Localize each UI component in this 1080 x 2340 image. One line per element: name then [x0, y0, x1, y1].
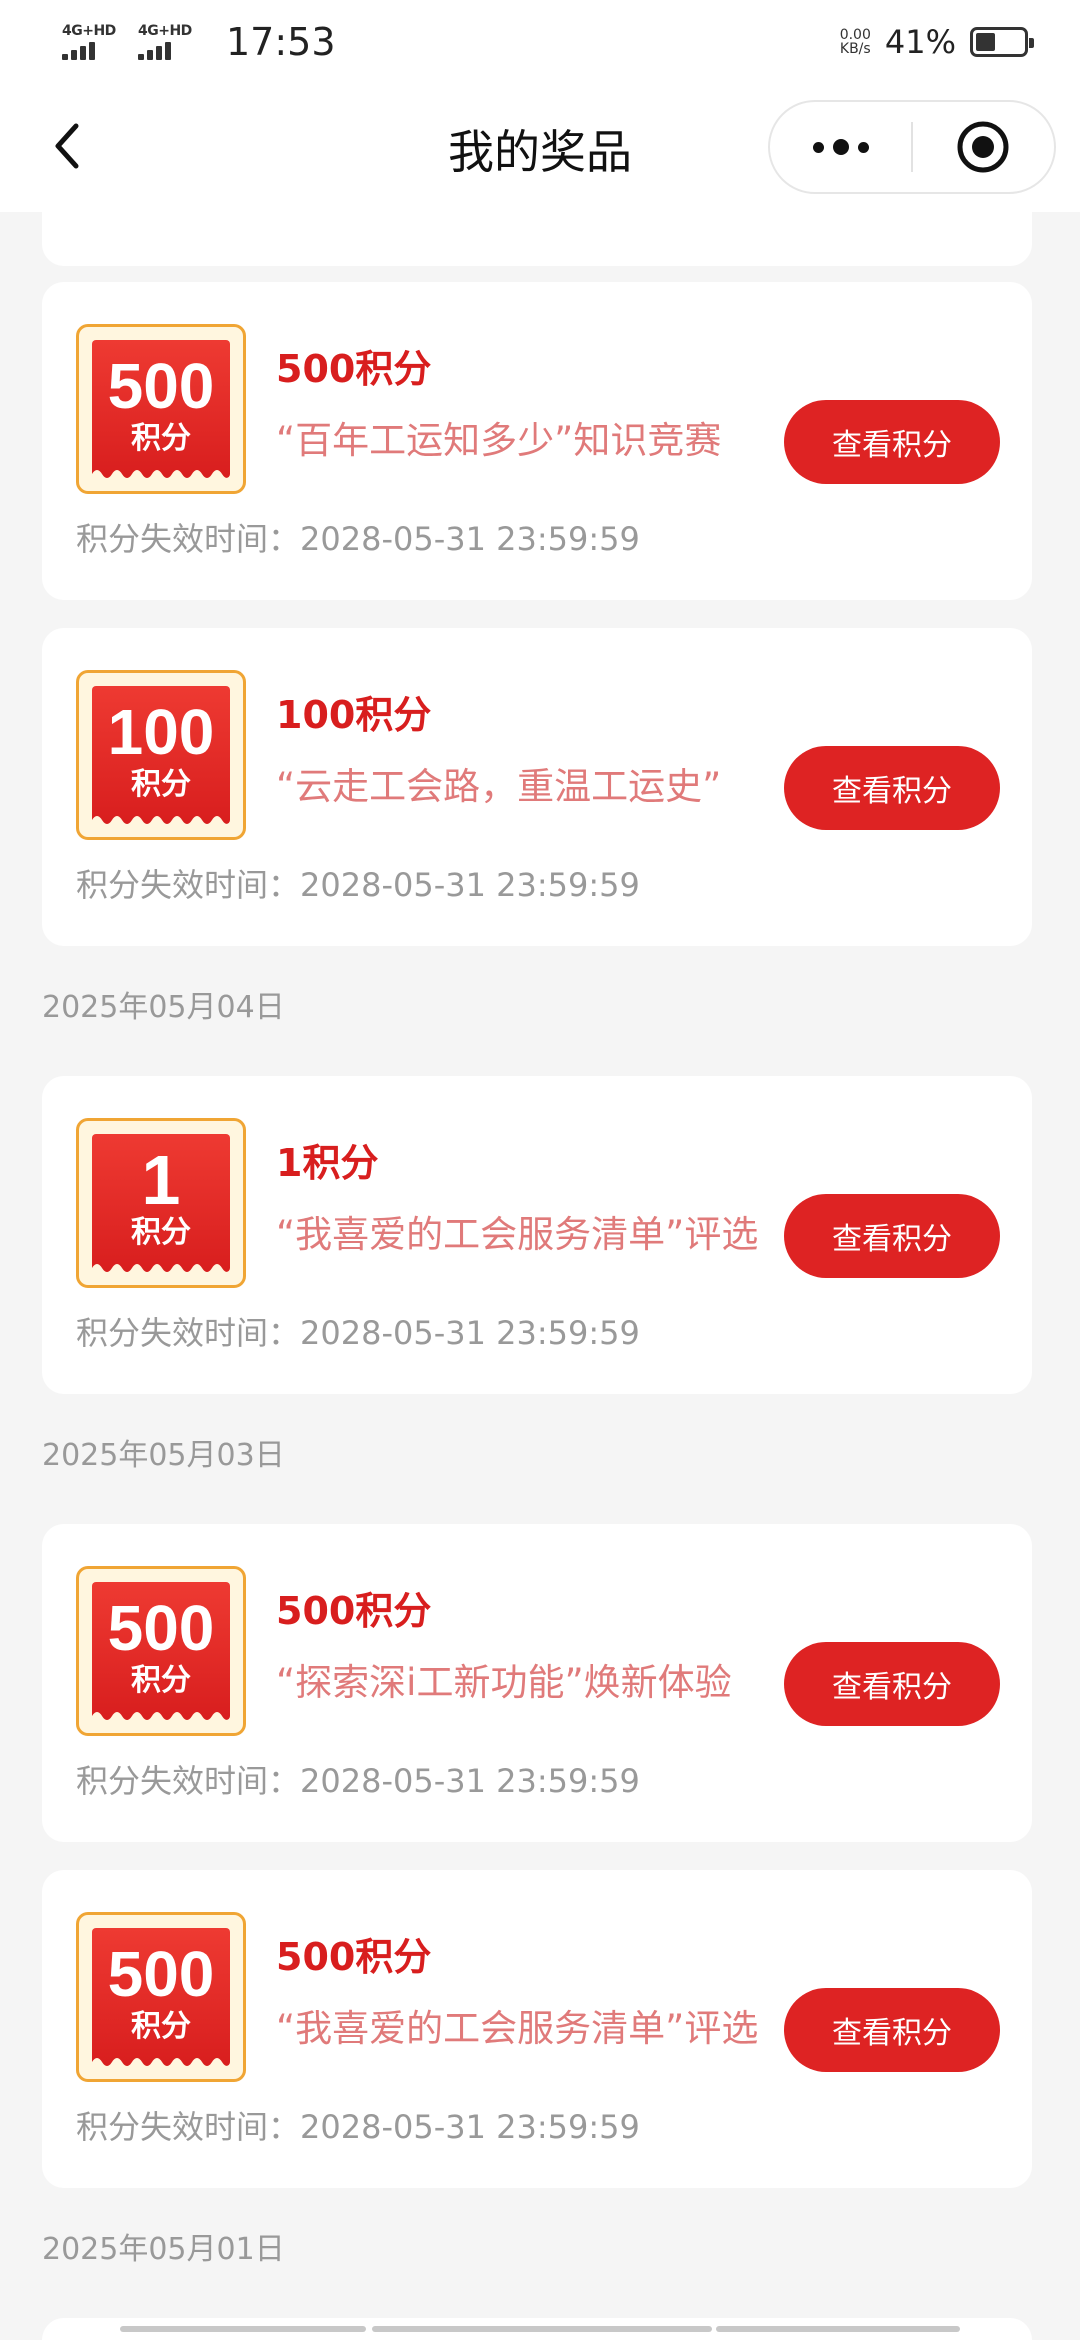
expiry-time: 积分失效时间：2028-05-31 23:59:59 [76, 520, 640, 558]
date-header: 2025年05月03日 [42, 1438, 285, 1473]
prize-card-partial [42, 212, 1032, 266]
network-type-2: 4G+HD [138, 23, 192, 39]
badge-unit: 积分 [131, 1663, 191, 1698]
points-ticket: 1 积分 [92, 1134, 230, 1274]
scroll-indicator [372, 2326, 712, 2332]
target-close-icon [957, 121, 1009, 173]
badge-value: 500 [107, 350, 215, 422]
points-ticket: 100 积分 [92, 686, 230, 826]
close-mini-program-button[interactable] [913, 102, 1054, 192]
prize-description: “云走工会路，重温工运史” [276, 765, 722, 808]
badge-unit: 积分 [131, 421, 191, 456]
prize-title: 1积分 [276, 1141, 379, 1185]
expiry-time: 积分失效时间：2028-05-31 23:59:59 [76, 2108, 640, 2146]
view-points-button[interactable]: 查看积分 [784, 1194, 1000, 1278]
prize-description: “探索深i工新功能”焕新体验 [276, 1661, 732, 1704]
network-speed-value: 0.00 [839, 27, 871, 43]
prize-card: 500 积分 500积分 “探索深i工新功能”焕新体验 查看积分 积分失效时间：2028-… [42, 1524, 1032, 1842]
expiry-time: 积分失效时间：2028-05-31 23:59:59 [76, 1314, 640, 1352]
clock: 17:53 [226, 20, 336, 64]
prize-card: 500 积分 500积分 “百年工运知多少”知识竞赛 查看积分 积分失效时间：2028-0… [42, 282, 1032, 600]
view-points-button[interactable]: 查看积分 [784, 746, 1000, 830]
network-type-1: 4G+HD [62, 23, 116, 39]
points-badge-icon: 500 积分 [76, 1566, 246, 1736]
more-dots-icon [812, 139, 869, 155]
prize-card: 1 积分 1积分 “我喜爱的工会服务清单”评选 查看积分 积分失效时间：2028-05-3… [42, 1076, 1032, 1394]
prize-card: 500 积分 500积分 “我喜爱的工会服务清单”评选 查看积分 积分失效时间：2028-… [42, 1870, 1032, 2188]
prize-description: “我喜爱的工会服务清单”评选 [276, 2007, 759, 2050]
prize-title: 500积分 [276, 1935, 432, 1979]
prize-title: 100积分 [276, 693, 432, 737]
badge-value: 1 [141, 1141, 181, 1219]
points-badge-icon: 100 积分 [76, 670, 246, 840]
scroll-indicator [716, 2326, 960, 2332]
points-badge-icon: 1 积分 [76, 1118, 246, 1288]
points-ticket: 500 积分 [92, 1928, 230, 2068]
signal-icon-sim2: 4G+HD [138, 24, 200, 60]
mini-program-capsule [768, 100, 1056, 194]
prize-title: 500积分 [276, 347, 432, 391]
ticket-wave-edge [92, 1712, 230, 1722]
nav-bar: 我的奖品 [0, 84, 1080, 212]
points-badge-icon: 500 积分 [76, 1912, 246, 2082]
prizes-page: 4G+HD 4G+HD 17:53 0.00 KB/s 41% 我的奖品 500… [0, 0, 1080, 2340]
date-header: 2025年05月04日 [42, 990, 285, 1025]
ticket-wave-edge [92, 1264, 230, 1274]
badge-unit: 积分 [131, 1215, 191, 1250]
points-ticket: 500 积分 [92, 340, 230, 480]
points-badge-icon: 500 积分 [76, 324, 246, 494]
prize-description: “我喜爱的工会服务清单”评选 [276, 1213, 759, 1256]
badge-value: 500 [107, 1938, 215, 2010]
scroll-indicator [120, 2326, 366, 2332]
expiry-time: 积分失效时间：2028-05-31 23:59:59 [76, 866, 640, 904]
battery-icon [970, 27, 1034, 57]
network-speed: 0.00 KB/s [840, 28, 871, 56]
ticket-wave-edge [92, 2058, 230, 2068]
badge-unit: 积分 [131, 2009, 191, 2044]
badge-value: 500 [107, 1592, 215, 1664]
prize-title: 500积分 [276, 1589, 432, 1633]
prize-description: “百年工运知多少”知识竞赛 [276, 419, 722, 462]
status-bar: 4G+HD 4G+HD 17:53 0.00 KB/s 41% [0, 0, 1080, 84]
signal-icon-sim1: 4G+HD [62, 24, 124, 60]
expiry-time: 积分失效时间：2028-05-31 23:59:59 [76, 1762, 640, 1800]
badge-unit: 积分 [131, 767, 191, 802]
more-button[interactable] [770, 102, 911, 192]
view-points-button[interactable]: 查看积分 [784, 400, 1000, 484]
network-speed-unit: KB/s [839, 41, 871, 57]
ticket-wave-edge [92, 470, 230, 480]
battery-percent: 41% [884, 23, 956, 61]
points-ticket: 500 积分 [92, 1582, 230, 1722]
view-points-button[interactable]: 查看积分 [784, 1988, 1000, 2072]
view-points-button[interactable]: 查看积分 [784, 1642, 1000, 1726]
prize-list[interactable]: 500 积分 500积分 “百年工运知多少”知识竞赛 查看积分 积分失效时间：2028-0… [0, 212, 1080, 2340]
ticket-wave-edge [92, 816, 230, 826]
date-header: 2025年05月01日 [42, 2232, 285, 2267]
badge-value: 100 [107, 696, 215, 768]
prize-card: 100 积分 100积分 “云走工会路，重温工运史” 查看积分 积分失效时间：2028-0… [42, 628, 1032, 946]
